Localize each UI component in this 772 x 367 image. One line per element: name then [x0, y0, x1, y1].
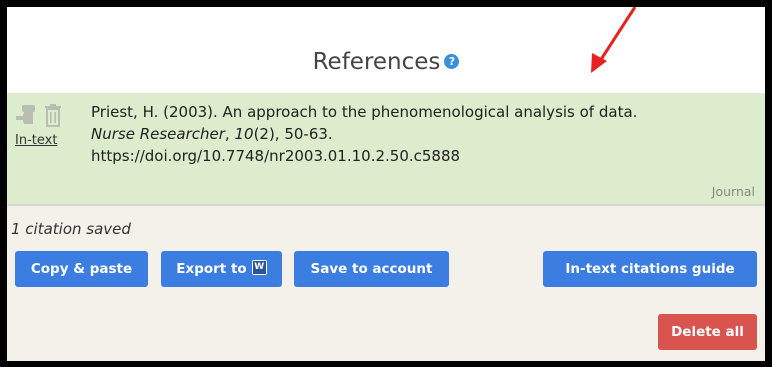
annotation-arrow — [591, 7, 637, 73]
actions-area: 1 citation saved Copy & paste Export to W… — [7, 206, 765, 361]
citation-issue-pages: (2), 50-63. — [253, 125, 333, 143]
export-to-word-button[interactable]: Export to W — [161, 251, 282, 287]
save-to-account-button[interactable]: Save to account — [294, 251, 449, 287]
intext-citations-guide-button[interactable]: In-text citations guide — [543, 251, 757, 287]
citation-doi: https://doi.org/10.7748/nr2003.01.10.2.5… — [91, 147, 461, 165]
citation-text: Priest, H. (2003). An approach to the ph… — [91, 101, 761, 167]
page-title-text: References — [312, 49, 441, 75]
citation-volume: 10 — [234, 125, 254, 143]
word-icon: W — [251, 259, 267, 275]
citation-journal: Nurse Researcher — [91, 125, 225, 143]
citation-item: In-text Priest, H. (2003). An approach t… — [7, 93, 765, 204]
copy-paste-button[interactable]: Copy & paste — [15, 251, 148, 287]
references-panel: References? In-text Priest, H. (2003). A… — [7, 7, 765, 361]
help-icon[interactable]: ? — [444, 54, 460, 69]
citation-line2: Nurse Researcher, 10(2), 50-63. — [91, 123, 761, 145]
citation-line1: Priest, H. (2003). An approach to the ph… — [91, 103, 638, 121]
citation-tools: In-text — [15, 103, 75, 148]
edit-citation-icon[interactable] — [15, 103, 37, 127]
page-title: References? — [7, 49, 765, 75]
trash-icon[interactable] — [43, 103, 63, 127]
delete-all-button[interactable]: Delete all — [658, 314, 757, 350]
intext-link[interactable]: In-text — [15, 133, 75, 148]
saved-count: 1 citation saved — [11, 220, 131, 238]
citation-type-label: Journal — [711, 184, 755, 199]
export-to-label: Export to — [176, 261, 247, 277]
